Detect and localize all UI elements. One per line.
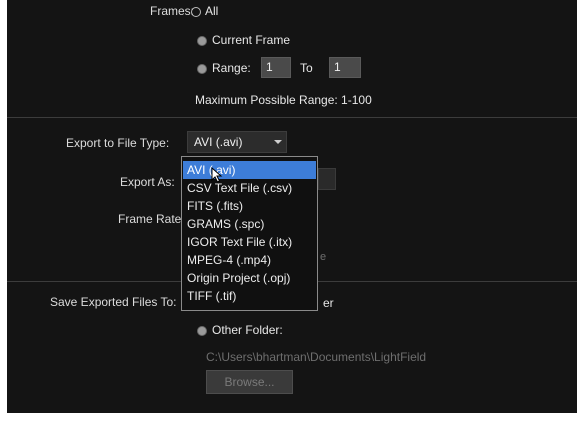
export-type-label: Export to File Type: — [66, 136, 170, 150]
radio-range[interactable] — [197, 64, 207, 74]
save-folder-partial-label: er — [323, 296, 334, 310]
dropdown-option[interactable]: AVI (.avi) — [183, 161, 316, 179]
save-to-label: Save Exported Files To: — [50, 295, 177, 309]
browse-button[interactable]: Browse... — [206, 370, 293, 394]
hidden-option-edge: e — [320, 251, 327, 263]
radio-all-label: All — [205, 4, 219, 18]
chevron-down-icon — [274, 140, 282, 144]
export-as-control-edge[interactable] — [318, 168, 336, 190]
export-as-label: Export As: — [120, 175, 175, 189]
dropdown-option[interactable]: TIFF (.tif) — [183, 287, 316, 305]
folder-path-text: C:\Users\bhartman\Documents\LightField — [206, 350, 427, 364]
radio-range-label: Range: — [212, 61, 251, 75]
radio-current-frame[interactable] — [197, 36, 207, 46]
dropdown-option[interactable]: FITS (.fits) — [183, 197, 316, 215]
mouse-cursor-icon — [211, 167, 223, 183]
export-type-select[interactable]: AVI (.avi) — [187, 131, 287, 153]
dropdown-option[interactable]: MPEG-4 (.mp4) — [183, 251, 316, 269]
radio-current-frame-label: Current Frame — [212, 33, 291, 47]
separator — [7, 117, 577, 118]
radio-other-folder[interactable] — [197, 326, 207, 336]
other-folder-label: Other Folder: — [212, 323, 283, 337]
frame-rate-label: Frame Rate: — [118, 212, 185, 226]
frames-label: Frames: — [150, 4, 195, 18]
max-range-text: Maximum Possible Range: 1-100 — [195, 93, 372, 107]
range-from-input[interactable]: 1 — [261, 57, 291, 78]
dropdown-option[interactable]: CSV Text File (.csv) — [183, 179, 316, 197]
dropdown-option[interactable]: IGOR Text File (.itx) — [183, 233, 316, 251]
export-panel: Frames: All Current Frame Range: 1 To 1 … — [7, 0, 577, 413]
export-type-value: AVI (.avi) — [194, 135, 243, 149]
dropdown-option[interactable]: GRAMS (.spc) — [183, 215, 316, 233]
radio-all[interactable] — [191, 7, 201, 17]
range-to-label: To — [300, 61, 313, 75]
range-to-input[interactable]: 1 — [329, 57, 361, 78]
dropdown-option[interactable]: Origin Project (.opj) — [183, 269, 316, 287]
file-type-dropdown: AVI (.avi) CSV Text File (.csv) FITS (.f… — [181, 156, 318, 311]
